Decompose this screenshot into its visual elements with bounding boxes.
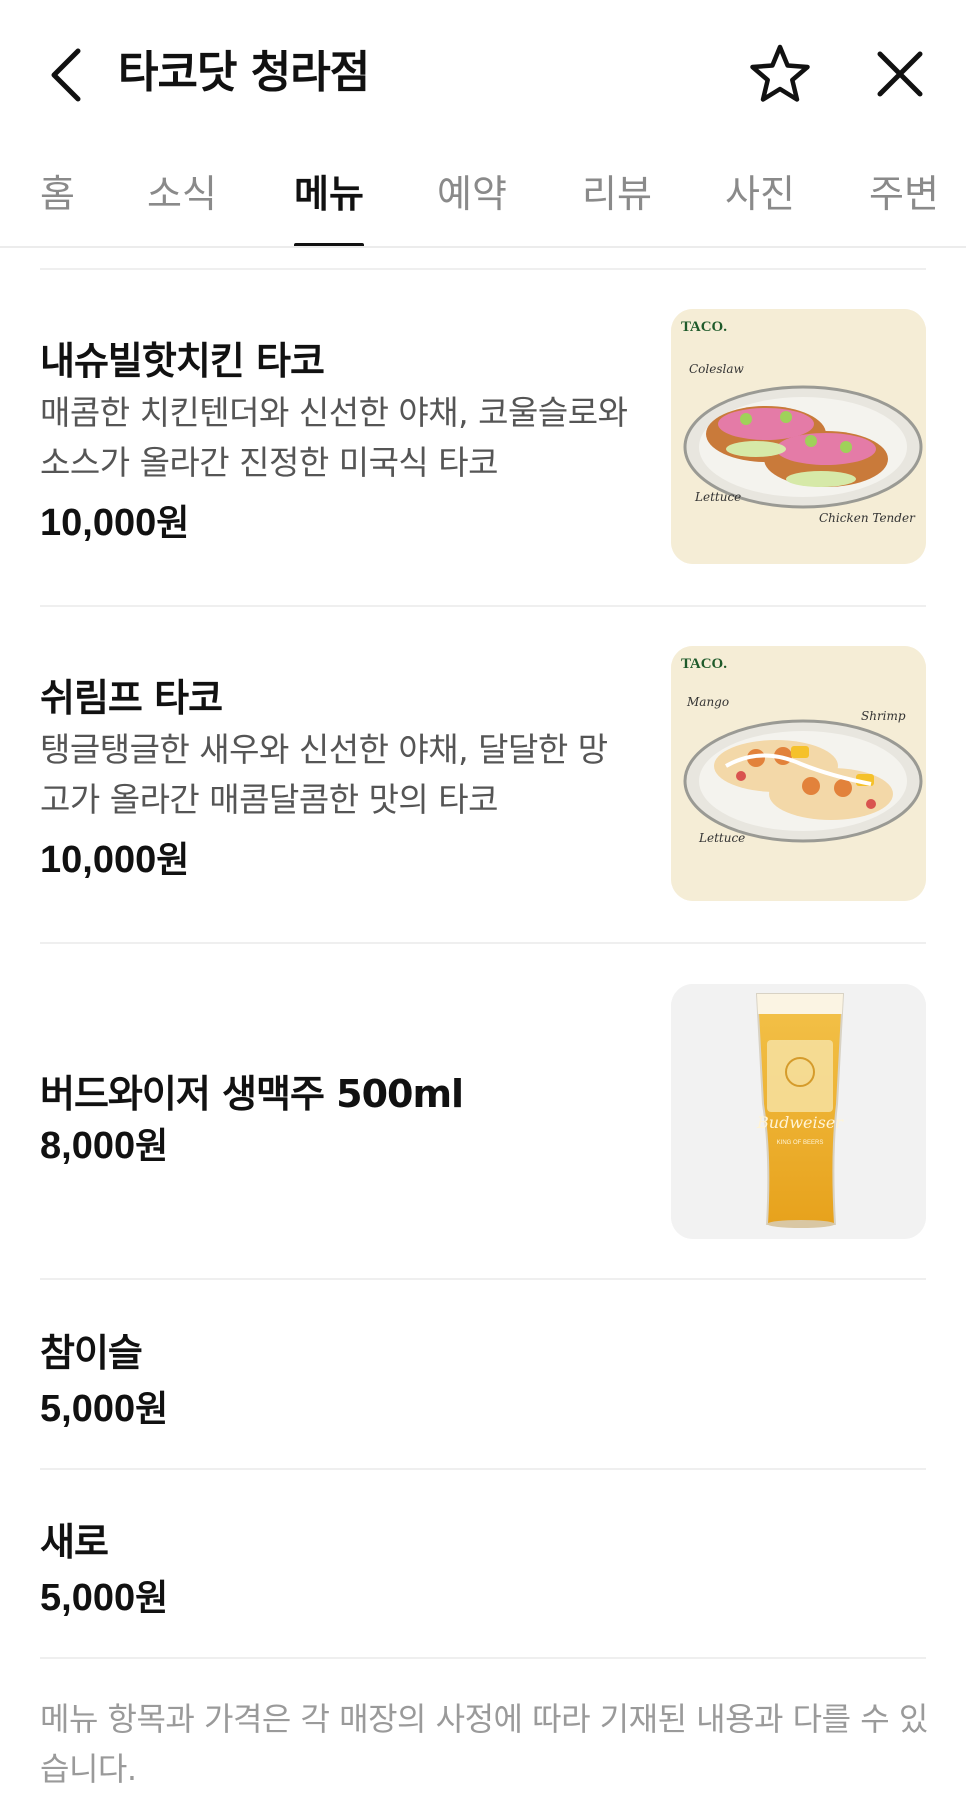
menu-item-price: 5,000원: [40, 1380, 168, 1432]
menu-item[interactable]: 내슈빌핫치킨 타코 매콤한 치킨텐더와 신선한 야채, 코울슬로와 소스가 올라…: [0, 300, 966, 600]
menu-disclaimer: 메뉴 항목과 가격은 각 매장의 사정에 따라 기재된 내용과 다를 수 있습니…: [40, 1700, 928, 1788]
menu-item-price: 5,000원: [40, 1569, 168, 1621]
menu-item-name: 내슈빌핫치킨 타코: [40, 339, 325, 383]
menu-item-photo: TACO. Mango Shrimp Lettuce: [671, 646, 926, 901]
back-button[interactable]: [36, 40, 96, 110]
favorite-button[interactable]: [744, 38, 816, 110]
beer-glass-text: Budweiser: [756, 1113, 844, 1132]
divider: [40, 605, 926, 607]
tab-menu[interactable]: 메뉴: [294, 164, 364, 246]
tab-news[interactable]: 소식: [147, 164, 217, 246]
divider: [40, 1278, 926, 1280]
ingredient-label: Shrimp: [861, 709, 906, 723]
menu-item[interactable]: 쉬림프 타코 탱글탱글한 새우와 신선한 야채, 달달한 망고가 올라간 매콤달…: [0, 637, 966, 937]
page-title: 타코닷 청라점: [118, 47, 370, 98]
ingredient-label: Lettuce: [694, 490, 741, 504]
top-app-bar: 타코닷 청라점: [0, 0, 966, 150]
tab-home[interactable]: 홈: [40, 164, 75, 246]
taco-plate-illustration: TACO. Coleslaw Lettuce Chicken Tender: [671, 309, 926, 564]
tab-photos[interactable]: 사진: [725, 164, 795, 246]
star-outline-icon: [750, 44, 810, 102]
price-amount: 10,000: [40, 502, 157, 544]
close-icon: [877, 51, 923, 97]
menu-item-description: 탱글탱글한 새우와 신선한 야채, 달달한 망고가 올라간 매콤달콤한 맛의 타…: [40, 730, 608, 819]
beer-glass-subtext: KING OF BEERS: [777, 1140, 824, 1146]
tab-nearby[interactable]: 주변: [869, 164, 939, 246]
menu-item[interactable]: 새로 5,000원: [0, 1491, 966, 1651]
divider: [40, 1468, 926, 1470]
price-unit: 원: [156, 840, 190, 881]
ingredient-label: Lettuce: [698, 831, 745, 845]
menu-item-name: 참이슬: [40, 1331, 143, 1375]
menu-item-price: 10,000원: [40, 831, 189, 883]
price-amount: 5,000: [40, 1388, 136, 1430]
menu-item-name: 쉬림프 타코: [40, 676, 223, 720]
divider: [40, 268, 926, 270]
price-unit: 원: [156, 503, 190, 544]
menu-item-name: 새로: [40, 1520, 109, 1564]
ingredient-label: Chicken Tender: [819, 511, 916, 525]
menu-item-description: 매콤한 치킨텐더와 신선한 야채, 코울슬로와 소스가 올라간 진정한 미국식 …: [40, 393, 628, 482]
tab-reservation[interactable]: 예약: [437, 164, 507, 246]
taco-brand-text: TACO.: [681, 319, 727, 335]
price-amount: 8,000: [40, 1125, 136, 1167]
close-button[interactable]: [864, 38, 936, 110]
menu-item-name: 버드와이저 생맥주 500ml: [40, 1072, 464, 1116]
taco-brand-text: TACO.: [681, 656, 727, 672]
tab-bar: 홈 소식 메뉴 예약 리뷰 사진 주변: [0, 150, 966, 248]
menu-item[interactable]: 참이슬 5,000원: [0, 1302, 966, 1462]
menu-item-photo: Budweiser KING OF BEERS: [671, 984, 926, 1239]
ingredient-label: Mango: [686, 695, 729, 709]
taco-plate-illustration: TACO. Mango Shrimp Lettuce: [671, 646, 926, 901]
menu-item[interactable]: 버드와이저 생맥주 500ml 8,000원 Budweiser KING OF…: [0, 975, 966, 1275]
tab-reviews[interactable]: 리뷰: [582, 164, 652, 246]
menu-item-price: 8,000원: [40, 1117, 168, 1169]
chevron-left-icon: [51, 48, 81, 102]
divider: [40, 1657, 926, 1659]
price-unit: 원: [135, 1389, 169, 1430]
ingredient-label: Coleslaw: [689, 362, 744, 376]
menu-item-price: 10,000원: [40, 494, 189, 546]
divider: [40, 942, 926, 944]
price-amount: 10,000: [40, 839, 157, 881]
price-unit: 원: [135, 1126, 169, 1167]
beer-glass-illustration: Budweiser KING OF BEERS: [671, 984, 926, 1239]
menu-item-photo: TACO. Coleslaw Lettuce Chicken Tender: [671, 309, 926, 564]
price-unit: 원: [135, 1578, 169, 1619]
price-amount: 5,000: [40, 1577, 136, 1619]
